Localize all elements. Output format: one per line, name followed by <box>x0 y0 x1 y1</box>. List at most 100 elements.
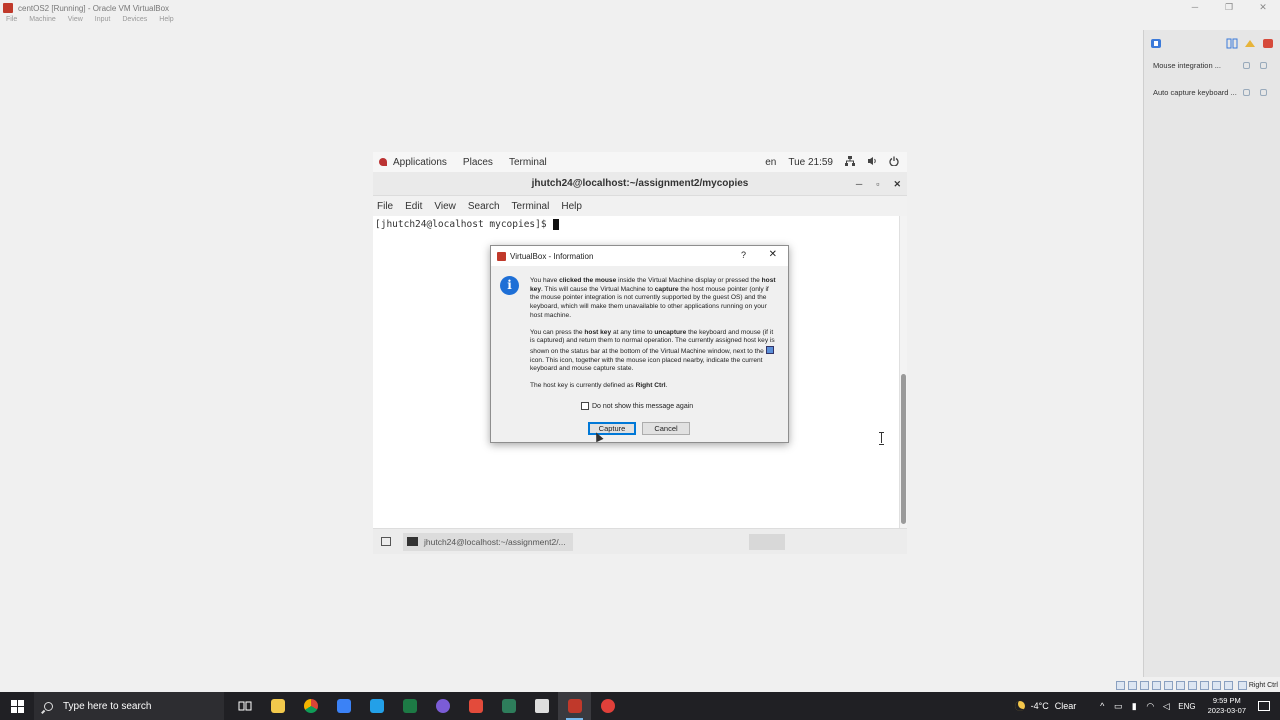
weather-widget[interactable]: -4°C Clear <box>1014 701 1077 711</box>
minimize-icon[interactable]: ─ <box>856 179 862 189</box>
network-icon[interactable] <box>845 155 855 169</box>
dismiss-icon[interactable] <box>1260 89 1267 96</box>
menu-machine[interactable]: Machine <box>29 16 55 28</box>
temperature: -4°C <box>1030 701 1049 711</box>
notification-center: Mouse integration ... Auto capture keybo… <box>1143 30 1280 677</box>
terminal-menu-search[interactable]: Search <box>468 201 500 212</box>
terminal-icon <box>407 537 418 546</box>
clock-time: 9:59 PM <box>1212 696 1241 705</box>
cpu-icon[interactable] <box>1211 680 1221 690</box>
terminal-menu-file[interactable]: File <box>377 201 393 212</box>
notifications-icon[interactable] <box>1258 701 1270 711</box>
terminal-menu-terminal[interactable]: Terminal <box>512 201 550 212</box>
cancel-button[interactable]: Cancel <box>642 422 690 435</box>
weather-condition: Clear <box>1054 701 1077 711</box>
host-key-indicator[interactable]: Right Ctrl <box>1237 680 1278 690</box>
menu-view[interactable]: View <box>68 16 83 28</box>
task-view-icon[interactable] <box>228 692 261 720</box>
dismiss-icon[interactable] <box>1260 62 1267 69</box>
usb-icon[interactable] <box>1163 680 1173 690</box>
minimize-button[interactable]: ─ <box>1178 0 1212 14</box>
wifi-icon[interactable]: ◠ <box>1144 701 1156 712</box>
terminal-menubar: File Edit View Search Terminal Help <box>373 196 907 216</box>
chevron-up-icon[interactable]: ^ <box>1096 701 1108 711</box>
pdf-icon[interactable] <box>459 692 492 720</box>
microphone-icon[interactable]: ▮ <box>1128 701 1140 712</box>
terminal-menu-help[interactable]: Help <box>561 201 582 212</box>
menu-input[interactable]: Input <box>95 16 111 28</box>
audio-icon[interactable] <box>1139 680 1149 690</box>
settings-icon[interactable] <box>1244 36 1256 47</box>
taskbar-terminal-window[interactable]: jhutch24@localhost:~/assignment2/... <box>403 532 573 551</box>
unity-icon[interactable] <box>525 692 558 720</box>
virtualbox-taskbar-icon[interactable] <box>558 692 591 720</box>
terminal-menu-view[interactable]: View <box>434 201 456 212</box>
input-language-indicator[interactable]: ENG <box>1178 702 1195 711</box>
show-desktop-icon[interactable] <box>381 537 391 546</box>
excel-icon[interactable] <box>393 692 426 720</box>
dialog-message: You have clicked the mouse inside the Vi… <box>530 277 778 399</box>
discord-icon[interactable] <box>426 692 459 720</box>
file-explorer-icon[interactable] <box>261 692 294 720</box>
maximize-icon[interactable]: ▫ <box>876 179 879 189</box>
notification-icon[interactable] <box>1150 36 1162 48</box>
terminal-menu-edit[interactable]: Edit <box>405 201 422 212</box>
vscode-icon[interactable] <box>360 692 393 720</box>
speaker-icon[interactable]: ◁ <box>1160 701 1172 712</box>
places-menu[interactable]: Places <box>463 157 493 168</box>
info-icon: i <box>500 276 519 295</box>
gnome-foot-icon <box>379 158 387 166</box>
workspace-switcher[interactable] <box>749 534 785 550</box>
guest-clock[interactable]: Tue 21:59 <box>788 157 833 168</box>
taskbar-clock[interactable]: 9:59 PM 2023-03-07 <box>1208 696 1246 716</box>
scroll-thumb[interactable] <box>901 374 906 524</box>
message-paragraph: The host key is currently defined as Rig… <box>530 382 668 390</box>
do-not-show-checkbox[interactable] <box>581 402 589 410</box>
display-icon[interactable] <box>1187 680 1197 690</box>
calculator-icon[interactable] <box>492 692 525 720</box>
close-icon[interactable]: ✕ <box>893 179 901 190</box>
message-paragraph: You can press the host key at any time t… <box>530 328 775 373</box>
dialog-close-button[interactable]: ✕ <box>769 249 777 260</box>
chrome-icon[interactable] <box>294 692 327 720</box>
taskbar-search[interactable]: Type here to search <box>34 692 224 720</box>
close-all-icon[interactable] <box>1262 36 1274 48</box>
menu-file[interactable]: File <box>6 16 17 28</box>
menu-help[interactable]: Help <box>159 16 173 28</box>
folder-icon[interactable]: ▭ <box>1112 701 1124 712</box>
window-controls: ─ ❐ ✕ <box>1178 0 1280 14</box>
input-language[interactable]: en <box>765 157 776 168</box>
terminal-title: jhutch24@localhost:~/assignment2/mycopie… <box>531 178 749 189</box>
help-button[interactable]: ? <box>741 250 746 260</box>
host-menubar: File Machine View Input Devices Help <box>0 16 174 28</box>
system-tray: -4°C Clear ^ ▭ ▮ ◠ ◁ ENG 9:59 PM 2023-03… <box>1014 692 1280 720</box>
notepad-icon[interactable] <box>327 692 360 720</box>
window-title: centOS2 [Running] - Oracle VM VirtualBox <box>18 3 170 13</box>
start-button[interactable] <box>0 692 34 720</box>
layout-icon[interactable] <box>1226 36 1238 48</box>
toggle-icon[interactable] <box>1243 62 1250 69</box>
windows-logo-icon <box>10 699 24 713</box>
notification-mouse-integration[interactable]: Mouse integration ... <box>1144 52 1280 79</box>
optical-drive-icon[interactable] <box>1127 680 1137 690</box>
restore-button[interactable]: ❐ <box>1212 0 1246 14</box>
mouse-integration-icon[interactable] <box>1223 680 1233 690</box>
menu-devices[interactable]: Devices <box>122 16 147 28</box>
windows-taskbar: Type here to search -4°C Clear ^ ▭ ▮ ◠ ◁… <box>0 692 1280 720</box>
terminal-scrollbar[interactable] <box>899 216 907 528</box>
volume-icon[interactable] <box>867 156 877 169</box>
information-dialog: VirtualBox - Information ? ✕ i You have … <box>490 245 789 443</box>
network-adapter-icon[interactable] <box>1151 680 1161 690</box>
shared-folders-icon[interactable] <box>1175 680 1185 690</box>
notification-auto-capture[interactable]: Auto capture keyboard ... <box>1144 79 1280 106</box>
power-icon[interactable] <box>889 156 899 169</box>
terminal-menu[interactable]: Terminal <box>509 157 547 168</box>
hard-disk-icon[interactable] <box>1115 680 1125 690</box>
recording-icon[interactable] <box>1199 680 1209 690</box>
do-not-show-checkbox-row[interactable]: Do not show this message again <box>581 402 693 410</box>
close-button[interactable]: ✕ <box>1246 0 1280 14</box>
terminal-titlebar: jhutch24@localhost:~/assignment2/mycopie… <box>373 172 907 196</box>
toggle-icon[interactable] <box>1243 89 1250 96</box>
applications-menu[interactable]: Applications <box>393 157 447 168</box>
obs-icon[interactable] <box>591 692 624 720</box>
